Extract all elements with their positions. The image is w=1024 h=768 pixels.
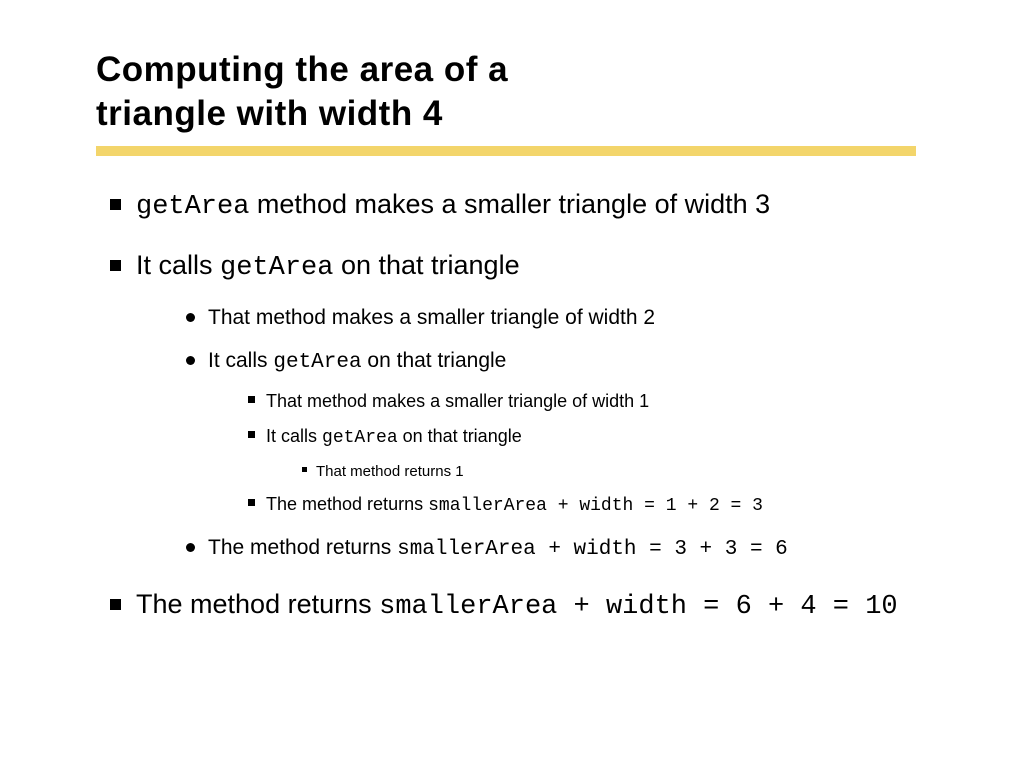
list-item: getArea method makes a smaller triangle …	[96, 186, 944, 225]
slide-title: Computing the area of a triangle with wi…	[96, 48, 944, 136]
body-text: It calls	[208, 349, 273, 372]
list-item: The method returns smallerArea + width =…	[238, 492, 944, 519]
body-text: That method makes a smaller triangle of …	[266, 391, 649, 411]
body-text: It calls	[136, 250, 220, 280]
slide-content: getArea method makes a smaller triangle …	[96, 186, 944, 626]
list-item: It calls getArea on that triangle That m…	[174, 347, 944, 520]
code-text: getArea	[273, 351, 361, 374]
body-text: The method returns	[266, 494, 428, 514]
list-item: The method returns smallerArea + width =…	[174, 534, 944, 564]
body-text: on that triangle	[362, 349, 507, 372]
code-text: smallerArea + width = 1 + 2 = 3	[428, 496, 763, 516]
bullet-list-l3: That method makes a smaller triangle of …	[208, 389, 944, 520]
title-line-2: triangle with width 4	[96, 94, 443, 133]
body-text: on that triangle	[333, 250, 519, 280]
code-text: getArea	[220, 253, 333, 283]
body-text: method makes a smaller triangle of width…	[249, 189, 770, 219]
body-text: It calls	[266, 426, 322, 446]
list-item: The method returns smallerArea + width =…	[96, 586, 944, 625]
bullet-list-l1: getArea method makes a smaller triangle …	[96, 186, 944, 626]
code-text: getArea	[322, 428, 398, 448]
bullet-list-l4: That method returns 1	[266, 461, 944, 482]
list-item: That method returns 1	[294, 461, 944, 482]
list-item: That method makes a smaller triangle of …	[174, 304, 944, 332]
body-text: on that triangle	[398, 426, 522, 446]
bullet-list-l2: That method makes a smaller triangle of …	[136, 304, 944, 564]
code-text: smallerArea + width = 3 + 3 = 6	[397, 538, 788, 561]
code-text: smallerArea + width = 6 + 4 = 10	[379, 592, 897, 622]
body-text: The method returns	[208, 536, 397, 559]
title-underline	[96, 146, 916, 156]
code-text: getArea	[136, 192, 249, 222]
slide: Computing the area of a triangle with wi…	[0, 0, 1024, 768]
list-item: It calls getArea on that triangle That m…	[238, 424, 944, 482]
body-text: That method returns 1	[316, 463, 464, 480]
title-line-1: Computing the area of a	[96, 50, 508, 89]
list-item: That method makes a smaller triangle of …	[238, 389, 944, 414]
body-text: The method returns	[136, 589, 379, 619]
body-text: That method makes a smaller triangle of …	[208, 306, 655, 329]
list-item: It calls getArea on that triangle That m…	[96, 247, 944, 564]
